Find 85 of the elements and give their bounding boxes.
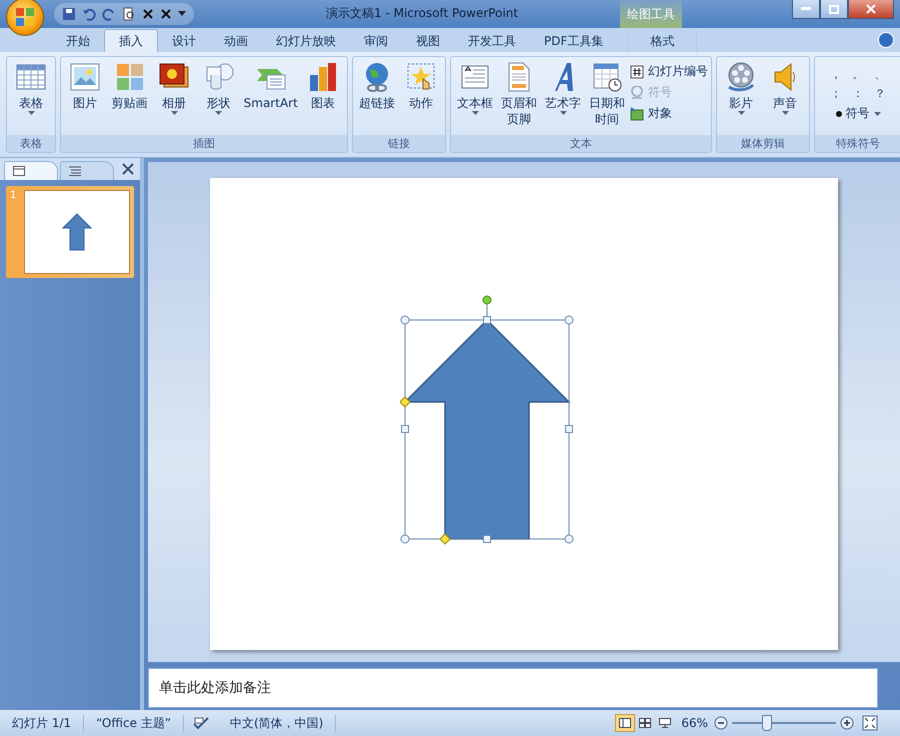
slide-number: 1 bbox=[10, 190, 18, 203]
ribbon-button[interactable]: 日期和时间 bbox=[586, 59, 628, 133]
close-icon bbox=[866, 4, 876, 14]
office-button[interactable] bbox=[6, 0, 44, 36]
maximize-button[interactable] bbox=[820, 0, 848, 19]
ribbon-button[interactable]: 图片 bbox=[64, 59, 106, 133]
group-label: 链接 bbox=[353, 135, 446, 152]
ribbon-button[interactable]: 幻灯片编号 bbox=[630, 61, 708, 82]
cross-icon[interactable] bbox=[160, 8, 172, 20]
ribbon-button[interactable]: 剪贴画 bbox=[108, 59, 151, 133]
symbol-button[interactable]: ？ bbox=[869, 86, 892, 101]
ribbon-button[interactable]: 表格 bbox=[10, 59, 52, 133]
ribbon-button[interactable]: 动作 bbox=[400, 59, 442, 133]
ribbon-tab[interactable]: 设计 bbox=[158, 30, 210, 52]
fit-window-icon[interactable] bbox=[862, 715, 878, 731]
object-icon bbox=[630, 106, 644, 120]
ribbon-button[interactable]: 对象 bbox=[630, 103, 708, 124]
zoom-out-icon[interactable] bbox=[714, 716, 728, 730]
ribbon-tab[interactable]: 审阅 bbox=[350, 30, 402, 52]
ribbon-button[interactable]: 超链接 bbox=[356, 59, 398, 133]
grid-view-icon bbox=[639, 718, 652, 728]
ribbon-tab[interactable]: 开始 bbox=[52, 30, 104, 52]
group-label: 特殊符号 bbox=[815, 135, 900, 152]
notes-pane[interactable]: 单击此处添加备注 bbox=[148, 668, 878, 708]
omega-icon bbox=[630, 86, 644, 100]
ribbon-tab[interactable]: 插入 bbox=[104, 29, 158, 52]
panel-tab[interactable] bbox=[4, 161, 58, 180]
landscape-picture-icon bbox=[69, 61, 102, 93]
arrow-icon bbox=[62, 213, 92, 251]
window-title: 演示文稿1 - Microsoft PowerPoint bbox=[326, 5, 518, 22]
symbol-button[interactable]: 。 bbox=[847, 67, 870, 82]
screen-icon bbox=[659, 718, 672, 728]
zoom-in-icon[interactable] bbox=[840, 716, 854, 730]
group-label: 媒体剪辑 bbox=[717, 135, 810, 152]
ribbon-button[interactable]: 声音 bbox=[764, 59, 806, 133]
symbol-button[interactable]: 、 bbox=[869, 67, 892, 82]
minimize-button[interactable] bbox=[792, 0, 820, 19]
language: 中文(简体，中国) bbox=[218, 714, 336, 732]
ribbon-button[interactable]: 图表 bbox=[302, 59, 344, 133]
bullet-icon bbox=[836, 110, 842, 118]
slide-icon bbox=[13, 166, 25, 176]
normal-view-icon bbox=[619, 718, 632, 728]
undo-icon[interactable] bbox=[82, 7, 96, 21]
help-icon[interactable] bbox=[878, 32, 894, 48]
ribbon-button[interactable]: 相册 bbox=[152, 59, 196, 133]
cross-icon[interactable] bbox=[142, 8, 154, 20]
ribbon-tab[interactable]: PDF工具集 bbox=[530, 30, 618, 52]
symbol-button[interactable]: ： bbox=[847, 86, 870, 101]
print-preview-icon[interactable] bbox=[122, 7, 136, 21]
minimize-icon bbox=[801, 7, 811, 11]
spellcheck-icon[interactable] bbox=[192, 716, 210, 730]
ribbon-button[interactable]: SmartArt bbox=[242, 59, 300, 133]
ribbon-tab[interactable]: 幻灯片放映 bbox=[262, 30, 350, 52]
save-icon[interactable] bbox=[62, 7, 76, 21]
notes-prompt: 单击此处添加备注 bbox=[159, 679, 271, 697]
ribbon-button[interactable]: 页眉和页脚 bbox=[498, 59, 540, 133]
group-label: 插图 bbox=[61, 135, 348, 152]
maximize-icon bbox=[829, 4, 839, 14]
ribbon-tab[interactable]: 动画 bbox=[210, 30, 262, 52]
symbol-button[interactable]: ； bbox=[825, 86, 848, 101]
hash-box-icon bbox=[630, 64, 644, 78]
ribbon-button[interactable]: 文本框 bbox=[454, 59, 496, 133]
symbol-button[interactable]: ， bbox=[825, 67, 848, 82]
group-label: 文本 bbox=[451, 135, 712, 152]
ribbon-tab[interactable]: 开发工具 bbox=[454, 30, 530, 52]
close-button[interactable] bbox=[848, 0, 894, 19]
zoom-level: 66% bbox=[681, 716, 708, 730]
list-icon bbox=[69, 166, 81, 176]
theme-name: “Office 主题” bbox=[84, 714, 184, 732]
calendar-clock-icon bbox=[591, 61, 624, 93]
customize-caret-icon[interactable] bbox=[178, 11, 186, 17]
ribbon-button[interactable]: 影片 bbox=[720, 59, 762, 133]
zoom-slider-thumb[interactable] bbox=[762, 715, 772, 731]
group-label: 表格 bbox=[7, 135, 55, 152]
view-button[interactable] bbox=[615, 714, 636, 732]
redo-icon[interactable] bbox=[102, 7, 116, 21]
panel-tab[interactable] bbox=[60, 161, 114, 180]
four-squares-logo bbox=[15, 7, 35, 27]
ribbon-button[interactable]: 艺术字 bbox=[542, 59, 584, 133]
close-icon[interactable] bbox=[122, 163, 134, 175]
contextual-tab-label: 绘图工具 bbox=[620, 0, 682, 28]
ribbon-button[interactable]: 形状 bbox=[197, 59, 240, 133]
slide-count: 幻灯片 1/1 bbox=[0, 714, 84, 732]
symbol-menu-button[interactable]: 符号 bbox=[836, 103, 881, 124]
ribbon-tab[interactable]: 视图 bbox=[402, 30, 454, 52]
